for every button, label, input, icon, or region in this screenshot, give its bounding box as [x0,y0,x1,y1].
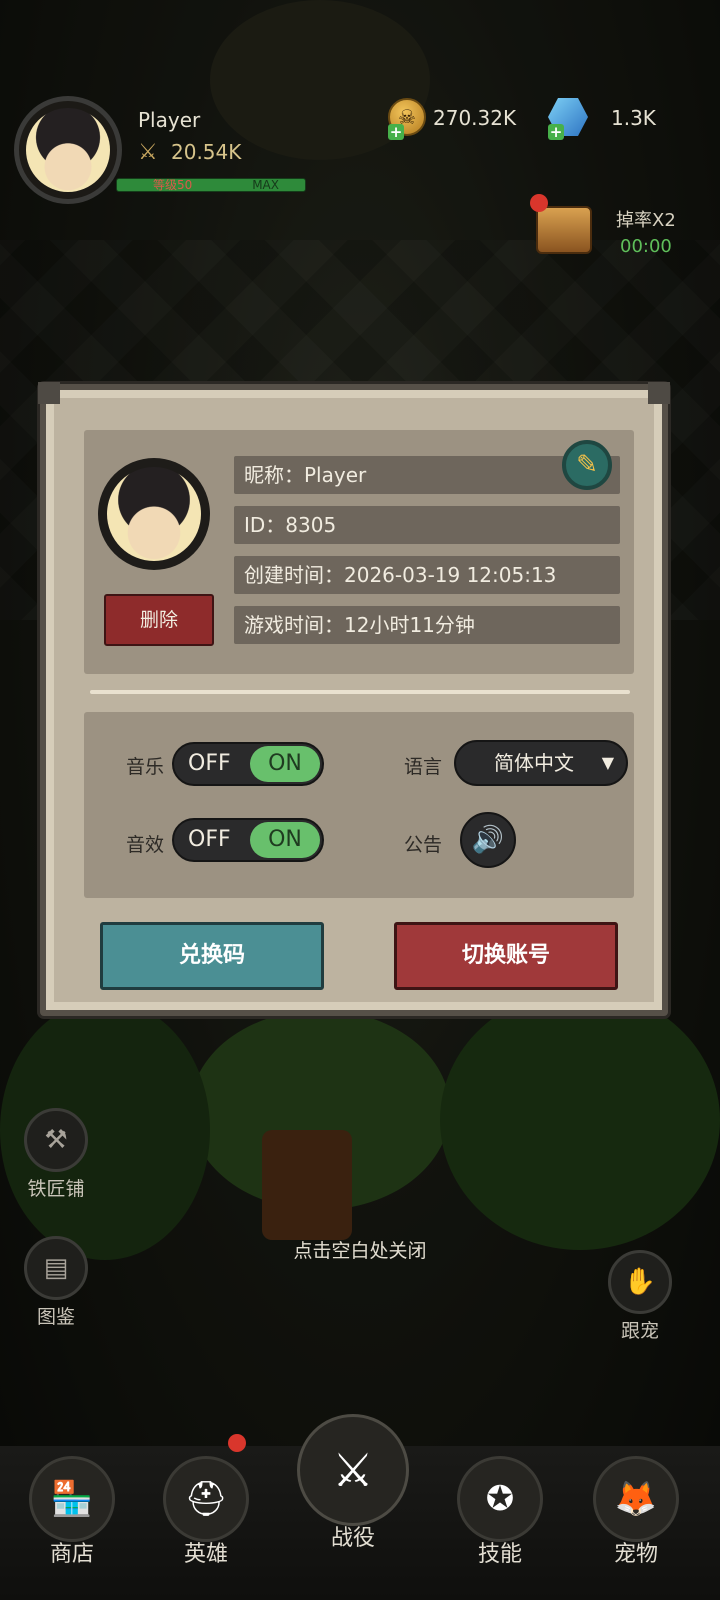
level-text: 等级50 [153,178,193,192]
sfx-label: 音效 [126,834,165,856]
speaker-icon: 🔊 [471,825,505,855]
player-name: Player [138,108,201,132]
nav-skills[interactable]: ✪ 技能 [440,1456,560,1568]
blacksmith-label: 铁匠铺 [27,1178,85,1200]
nav-skills-label: 技能 [477,1542,522,1567]
delete-button[interactable]: 删除 [104,594,214,646]
created-time-row: 创建时间：2026-03-19 12:05:13 [234,556,620,594]
level-max: MAX [252,178,279,192]
add-gold-icon[interactable]: + [388,124,404,140]
divider [90,690,630,694]
blacksmith-button[interactable]: ⚒ 铁匠铺 [16,1108,96,1201]
notice-label: 公告 [404,834,443,856]
sword-icon: ⚔ [138,140,158,165]
nav-pets[interactable]: 🦊 宠物 [576,1456,696,1568]
add-gem-icon[interactable]: + [548,124,564,140]
book-icon: ▤ [24,1236,88,1300]
player-id-row: ID：8305 [234,506,620,544]
bottom-nav: 🏪 商店 ⛑ 英雄 ⚔ 战役 ✪ 技能 🦊 宠物 [0,1414,720,1600]
playtime-row: 游戏时间：12小时11分钟 [234,606,620,644]
fox-icon: 🦊 [593,1456,679,1542]
chevron-down-icon: ▼ [601,753,614,772]
nav-heroes-label: 英雄 [183,1542,228,1567]
treasure-chest-icon[interactable] [536,206,592,254]
sfx-toggle[interactable]: OFF ON [172,818,324,862]
redeem-code-button[interactable]: 兑换码 [100,922,324,990]
toggle-on-label: ON [250,746,320,782]
nav-pets-label: 宠物 [613,1542,658,1567]
nav-battle[interactable]: ⚔ 战役 [293,1414,413,1552]
follow-pet-label: 跟宠 [620,1320,659,1342]
language-label: 语言 [404,756,443,778]
nav-heroes[interactable]: ⛑ 英雄 [146,1456,266,1568]
dialog-corner [648,382,670,404]
music-toggle[interactable]: OFF ON [172,742,324,786]
switch-account-button[interactable]: 切换账号 [394,922,618,990]
drop-rate-timer: 00:00 [620,236,672,257]
settings-panel: 音乐 OFF ON 音效 OFF ON 语言 简体中文 ▼ 公告 🔊 [84,712,634,898]
profile-avatar[interactable] [98,458,210,570]
nav-battle-label: 战役 [330,1526,375,1551]
profile-panel: 删除 昵称：Player ✎ ID：8305 创建时间：2026-03-19 1… [84,430,634,674]
crossed-swords-icon: ⚔ [297,1414,409,1526]
claw-icon: ✋ [608,1250,672,1314]
announcement-button[interactable]: 🔊 [460,812,516,868]
gold-amount: 270.32K [433,106,517,130]
hero-portrait [107,467,201,561]
nav-shop[interactable]: 🏪 商店 [12,1456,132,1568]
player-avatar[interactable] [14,96,122,204]
follow-pet-button[interactable]: ✋ 跟宠 [600,1250,680,1343]
notification-dot [530,194,548,212]
settings-dialog: 删除 昵称：Player ✎ ID：8305 创建时间：2026-03-19 1… [38,382,670,1016]
music-label: 音乐 [126,756,165,778]
level-bar: 等级50 MAX [116,178,306,192]
hero-portrait [26,108,110,192]
language-value: 简体中文 [494,751,574,775]
pencil-icon: ✎ [576,450,598,480]
drop-rate-label: 掉率X2 [616,210,676,231]
toggle-off-label: OFF [188,751,231,776]
hammer-icon: ⚒ [24,1108,88,1172]
toggle-off-label: OFF [188,827,231,852]
helmet-icon: ⛑ [163,1456,249,1542]
codex-button[interactable]: ▤ 图鉴 [16,1236,96,1329]
language-select[interactable]: 简体中文 ▼ [454,740,628,786]
notification-dot [228,1434,246,1452]
toggle-on-label: ON [250,822,320,858]
skill-book-icon: ✪ [457,1456,543,1542]
codex-label: 图鉴 [36,1306,75,1328]
shop-icon: 🏪 [29,1456,115,1542]
dialog-corner [38,382,60,404]
gem-amount: 1.3K [611,106,656,130]
edit-nickname-icon[interactable]: ✎ [562,440,612,490]
nav-shop-label: 商店 [49,1542,94,1567]
combat-power: 20.54K [171,140,242,164]
